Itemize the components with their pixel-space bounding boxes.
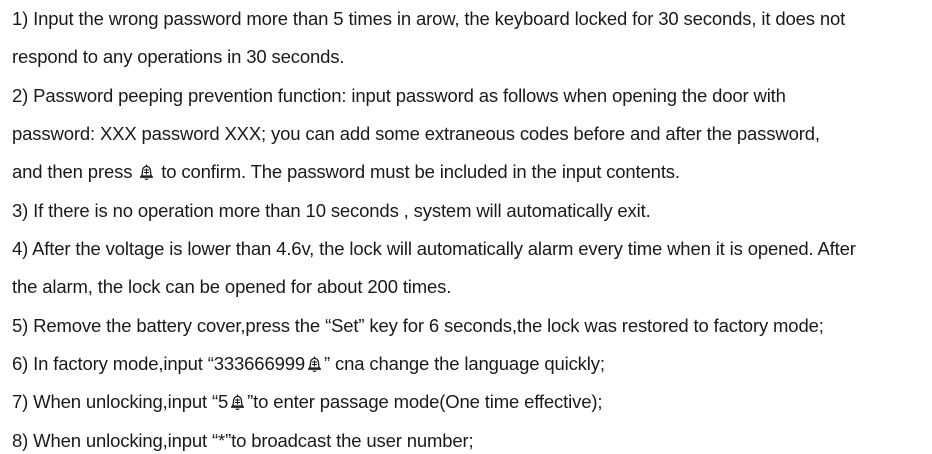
bell-key-icon (306, 355, 323, 373)
line-11: 7) When unlocking,input “5 ”to enter pass… (12, 391, 603, 412)
line-5: and then press to confirm. The password … (12, 161, 680, 182)
line-8: the alarm, the lock can be opened for ab… (12, 276, 452, 297)
line-10: 6) In factory mode,input “333666999” cna… (12, 353, 605, 374)
bell-key-icon (138, 163, 155, 181)
line-9: 5) Remove the battery cover,press the “S… (12, 315, 824, 336)
line-12: 8) When unlocking,input “*”to broadcast … (12, 430, 474, 451)
bell-key-icon (229, 393, 246, 411)
line-3: 2) Password peeping prevention function:… (12, 85, 786, 106)
line-1: 1) Input the wrong password more than 5 … (12, 8, 846, 29)
line-4: password: XXX password XXX; you can add … (12, 123, 820, 144)
line-2: respond to any operations in 30 seconds. (12, 46, 345, 67)
line-7: 4) After the voltage is lower than 4.6v,… (12, 238, 856, 259)
line-6: 3) If there is no operation more than 10… (12, 200, 651, 221)
